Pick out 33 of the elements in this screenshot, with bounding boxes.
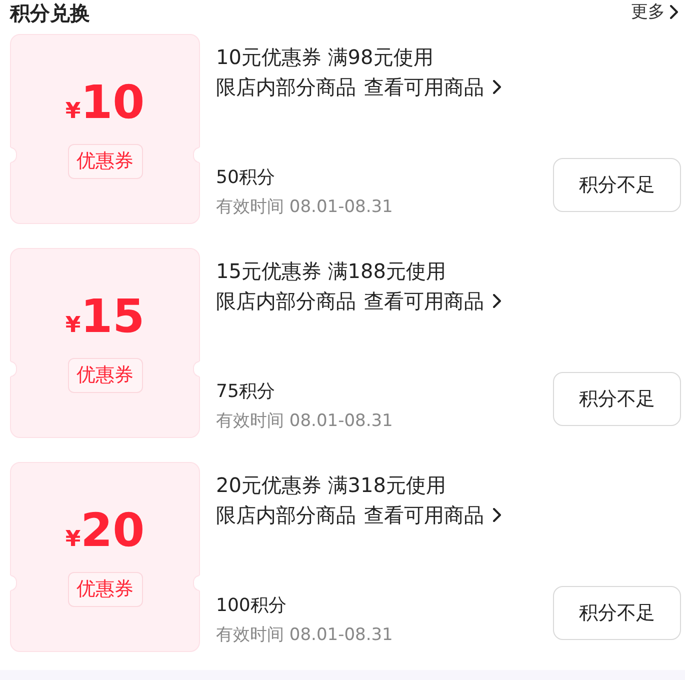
- coupon-amount: 15: [80, 293, 145, 340]
- chevron-right-icon[interactable]: [492, 294, 502, 308]
- coupon-amount: 10: [80, 79, 145, 126]
- points-cost: 75积分: [216, 380, 276, 404]
- coupon-title: 10元优惠券 满98元使用: [216, 44, 434, 71]
- points-cost: 100积分: [216, 594, 288, 618]
- redeem-button[interactable]: 积分不足: [553, 158, 681, 212]
- validity-period: 有效时间 08.01-08.31: [216, 624, 393, 646]
- section-title: 积分兑换: [10, 0, 90, 26]
- chevron-right-icon[interactable]: [492, 508, 502, 522]
- redeem-button[interactable]: 积分不足: [553, 372, 681, 426]
- points-cost: 50积分: [216, 166, 276, 190]
- validity-period: 有效时间 08.01-08.31: [216, 410, 393, 432]
- currency-symbol: ¥: [65, 312, 81, 340]
- more-link[interactable]: 更多: [631, 0, 665, 24]
- view-products-link[interactable]: 查看可用商品: [364, 72, 484, 102]
- coupon-amount: 20: [80, 507, 145, 554]
- coupon-tag: 优惠券: [68, 358, 142, 393]
- coupon-tag: 优惠券: [68, 572, 142, 607]
- currency-symbol: ¥: [65, 526, 81, 554]
- usage-scope: 限店内部分商品: [216, 502, 356, 529]
- coupon-title: 20元优惠券 满318元使用: [216, 472, 447, 499]
- redeem-button[interactable]: 积分不足: [553, 586, 681, 640]
- currency-symbol: ¥: [65, 98, 81, 126]
- coupon-tag: 优惠券: [68, 144, 142, 179]
- usage-scope: 限店内部分商品: [216, 288, 356, 315]
- chevron-right-icon[interactable]: [669, 5, 679, 19]
- view-products-link[interactable]: 查看可用商品: [364, 286, 484, 316]
- view-products-link[interactable]: 查看可用商品: [364, 500, 484, 530]
- coupon-title: 15元优惠券 满188元使用: [216, 258, 447, 285]
- validity-period: 有效时间 08.01-08.31: [216, 196, 393, 218]
- chevron-right-icon[interactable]: [492, 80, 502, 94]
- usage-scope: 限店内部分商品: [216, 74, 356, 101]
